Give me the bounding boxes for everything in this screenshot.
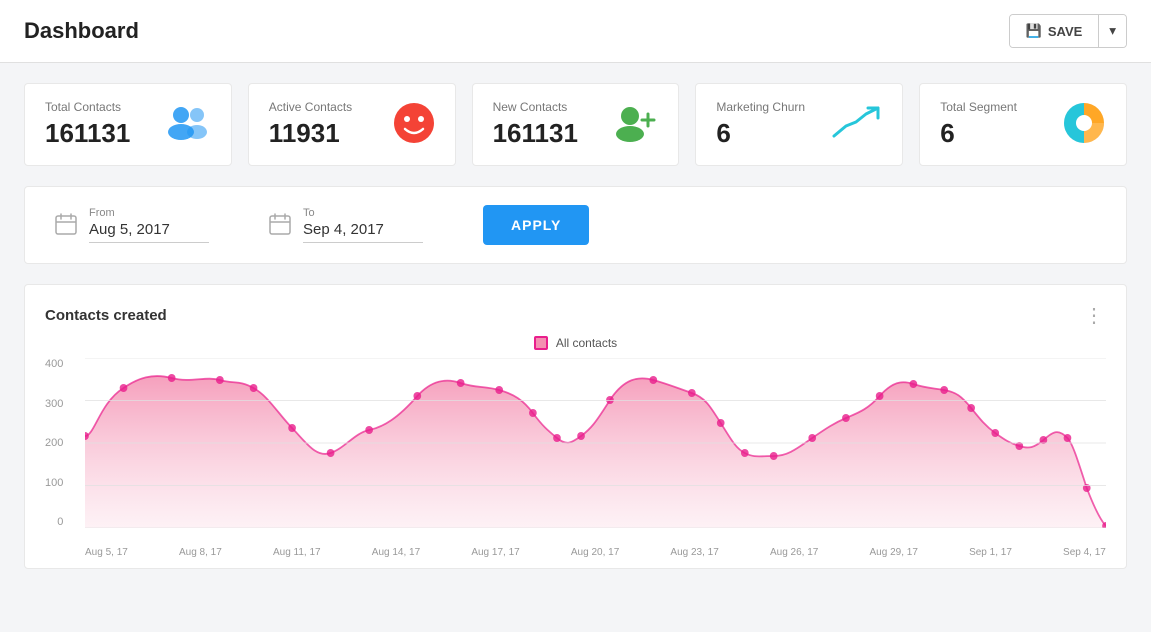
chevron-down-icon: ▾ [1109,23,1116,38]
filter-card: From Aug 5, 2017 To Sep 4, 2017 APPLY [24,186,1127,264]
chart-legend: All contacts [45,336,1106,350]
x-label-4: Aug 17, 17 [471,547,519,558]
add-person-icon [612,104,658,145]
kpi-label-churn: Marketing Churn [716,100,805,114]
y-label-300: 300 [45,398,63,410]
kpi-card-new-contacts: New Contacts 161131 [472,83,680,166]
y-axis: 400 300 200 100 0 [45,358,69,528]
chart-header: Contacts created ⋮ [45,303,1106,328]
from-label: From [89,207,209,219]
chart-container: 400 300 200 100 0 [85,358,1106,558]
pie-chart-icon [1062,101,1106,148]
x-label-5: Aug 20, 17 [571,547,619,558]
kpi-label-active: Active Contacts [269,100,352,114]
kpi-card-marketing-churn: Marketing Churn 6 [695,83,903,166]
calendar-from-icon [55,213,77,238]
y-label-400: 400 [45,358,63,370]
kpi-value-churn: 6 [716,118,805,149]
save-dropdown-button[interactable]: ▾ [1098,15,1126,47]
chart-title: Contacts created [45,307,167,324]
kpi-card-active-contacts: Active Contacts 11931 [248,83,456,166]
save-button[interactable]: 💾 SAVE [1010,15,1099,47]
y-label-200: 200 [45,437,63,449]
from-value[interactable]: Aug 5, 2017 [89,221,209,243]
y-label-0: 0 [57,516,63,528]
chart-svg-wrapper [85,358,1106,528]
kpi-value-active: 11931 [269,118,352,149]
kpi-value-segment: 6 [940,118,1017,149]
x-label-0: Aug 5, 17 [85,547,128,558]
chart-card: Contacts created ⋮ All contacts 400 300 … [24,284,1127,569]
legend-color-dot [534,336,548,350]
x-label-8: Aug 29, 17 [870,547,918,558]
x-label-2: Aug 11, 17 [273,547,321,558]
people-icon [165,104,211,145]
calendar-to-icon [269,213,291,238]
save-btn-group: 💾 SAVE ▾ [1009,14,1127,48]
face-icon [393,102,435,147]
to-date-field: To Sep 4, 2017 [269,207,423,243]
kpi-row: Total Contacts 161131 Active Contacts 11… [24,83,1127,166]
save-disk-icon: 💾 [1026,23,1042,39]
legend-label: All contacts [556,336,617,350]
from-date-field: From Aug 5, 2017 [55,207,209,243]
x-label-9: Sep 1, 17 [969,547,1012,558]
x-label-7: Aug 26, 17 [770,547,818,558]
kpi-value-new: 161131 [493,118,578,149]
x-label-6: Aug 23, 17 [670,547,718,558]
kpi-label-new: New Contacts [493,100,578,114]
kpi-label-segment: Total Segment [940,100,1017,114]
page-title: Dashboard [24,18,139,44]
apply-button[interactable]: APPLY [483,205,589,245]
x-label-10: Sep 4, 17 [1063,547,1106,558]
kpi-value-total: 161131 [45,118,130,149]
main-content: Total Contacts 161131 Active Contacts 11… [0,63,1151,589]
trending-up-icon [830,104,882,145]
y-label-100: 100 [45,477,63,489]
x-label-1: Aug 8, 17 [179,547,222,558]
chart-options-icon[interactable]: ⋮ [1084,303,1106,328]
x-axis: Aug 5, 17 Aug 8, 17 Aug 11, 17 Aug 14, 1… [85,530,1106,558]
to-label: To [303,207,423,219]
kpi-card-total-contacts: Total Contacts 161131 [24,83,232,166]
to-value[interactable]: Sep 4, 2017 [303,221,423,243]
x-label-3: Aug 14, 17 [372,547,420,558]
kpi-card-total-segment: Total Segment 6 [919,83,1127,166]
top-bar: Dashboard 💾 SAVE ▾ [0,0,1151,63]
kpi-label-total: Total Contacts [45,100,130,114]
